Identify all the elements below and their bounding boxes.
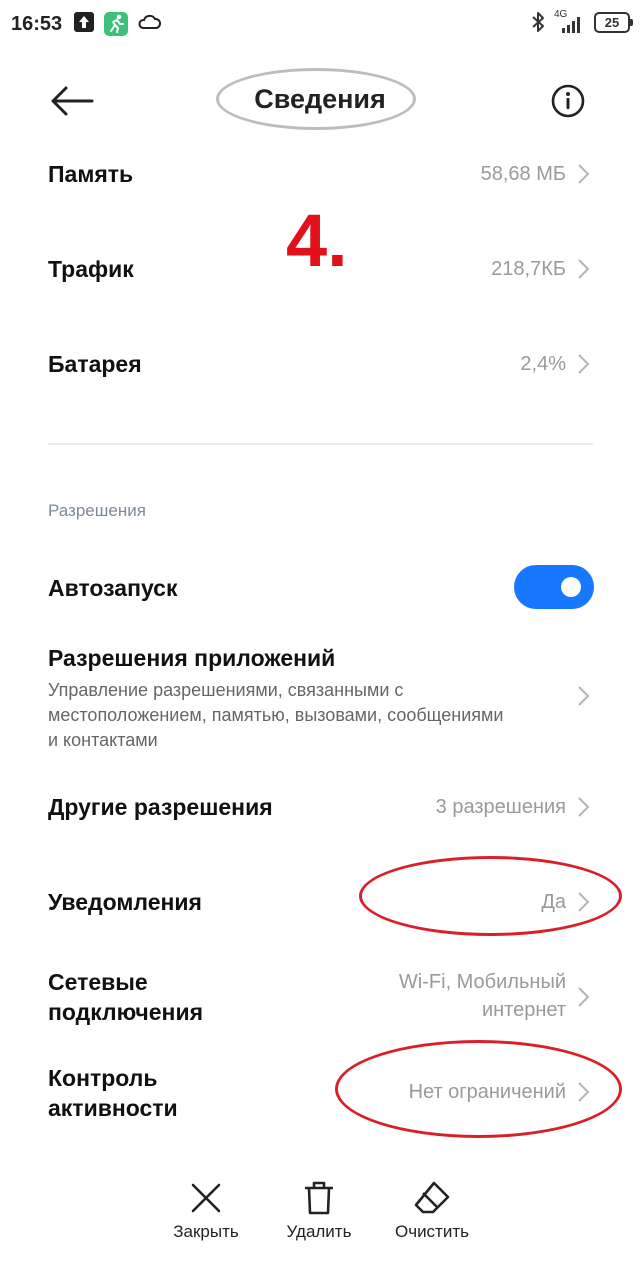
signal-bars-icon	[562, 17, 580, 33]
row-activity-label: Контроль активности	[48, 1063, 178, 1123]
delete-button-label: Удалить	[286, 1222, 352, 1241]
row-traffic-value: 218,7КБ	[491, 258, 566, 280]
divider	[48, 443, 593, 445]
eraser-icon	[414, 1181, 450, 1214]
toggle-knob	[561, 577, 581, 597]
bottom-action-bar: Закрыть Удалить Очистить	[0, 1180, 640, 1260]
close-button-label: Закрыть	[173, 1222, 239, 1241]
chevron-right-icon	[578, 892, 590, 912]
row-app-permissions-description: Управление разрешениями, связанными с ме…	[48, 678, 588, 753]
chevron-right-icon	[578, 987, 590, 1007]
row-network-value: Wi-Fi, Мобильный интернет	[399, 968, 566, 1024]
close-icon	[191, 1183, 221, 1213]
row-other-permissions-value: 3 разрешения	[435, 796, 566, 818]
chevron-right-icon	[578, 354, 590, 374]
battery-icon: 25	[594, 11, 633, 33]
row-notifications[interactable]: Уведомления Да	[0, 885, 640, 925]
row-traffic-label: Трафик	[48, 256, 134, 282]
cloud-icon	[138, 14, 162, 29]
autostart-toggle[interactable]	[514, 565, 594, 609]
close-button[interactable]: Закрыть	[151, 1180, 261, 1242]
label-line: активности	[48, 1095, 178, 1121]
chevron-right-icon	[578, 164, 590, 184]
label-line: Сетевые	[48, 969, 148, 995]
row-app-permissions[interactable]: Разрешения приложений Управление разреше…	[0, 640, 640, 760]
signal-indicator: 4G	[554, 10, 586, 34]
row-activity-control[interactable]: Контроль активности Нет ограничений	[0, 1061, 640, 1126]
description-line: и контактами	[48, 730, 158, 750]
row-notifications-label: Уведомления	[48, 889, 202, 915]
chevron-right-icon	[578, 797, 590, 817]
value-line: Wi-Fi, Мобильный	[398, 971, 566, 993]
chevron-right-icon	[578, 259, 590, 279]
row-traffic[interactable]: Трафик 218,7КБ	[0, 250, 640, 290]
label-line: подключения	[48, 999, 204, 1025]
fitness-app-icon	[104, 12, 128, 36]
row-app-permissions-label: Разрешения приложений	[48, 645, 336, 671]
clear-button-label: Очистить	[394, 1222, 469, 1241]
row-battery-value: 2,4%	[520, 353, 566, 375]
chevron-right-icon	[578, 1082, 590, 1102]
row-memory-value: 58,68 МБ	[480, 163, 566, 185]
status-bar: 16:53 4G 25	[0, 0, 640, 50]
trash-icon	[305, 1181, 333, 1215]
section-title-permissions: Разрешения	[48, 501, 146, 520]
info-icon[interactable]	[551, 84, 585, 118]
app-header: Сведения	[0, 60, 640, 140]
row-activity-value: Нет ограничений	[408, 1081, 566, 1103]
upload-notification-icon	[74, 12, 94, 32]
row-network-label: Сетевые подключения	[48, 967, 203, 1027]
chevron-right-icon	[578, 686, 590, 706]
status-time: 16:53	[11, 13, 63, 35]
row-memory[interactable]: Память 58,68 МБ	[0, 155, 640, 195]
row-memory-label: Память	[48, 161, 134, 187]
delete-button[interactable]: Удалить	[264, 1180, 374, 1242]
description-line: Управление разрешениями, связанными с	[48, 680, 404, 700]
value-line: интернет	[481, 999, 566, 1021]
bluetooth-icon	[532, 12, 544, 32]
row-battery-label: Батарея	[48, 351, 142, 377]
row-other-permissions-label: Другие разрешения	[48, 794, 273, 820]
row-notifications-value: Да	[541, 891, 566, 913]
page-title: Сведения	[254, 84, 386, 114]
label-line: Контроль	[48, 1065, 158, 1091]
description-line: местоположением, памятью, вызовами, сооб…	[48, 705, 504, 725]
row-network-connections[interactable]: Сетевые подключения Wi-Fi, Мобильный инт…	[0, 965, 640, 1030]
row-other-permissions[interactable]: Другие разрешения 3 разрешения	[0, 790, 640, 830]
clear-button[interactable]: Очистить	[377, 1180, 487, 1242]
row-autostart-label: Автозапуск	[48, 575, 178, 601]
row-battery[interactable]: Батарея 2,4%	[0, 345, 640, 385]
